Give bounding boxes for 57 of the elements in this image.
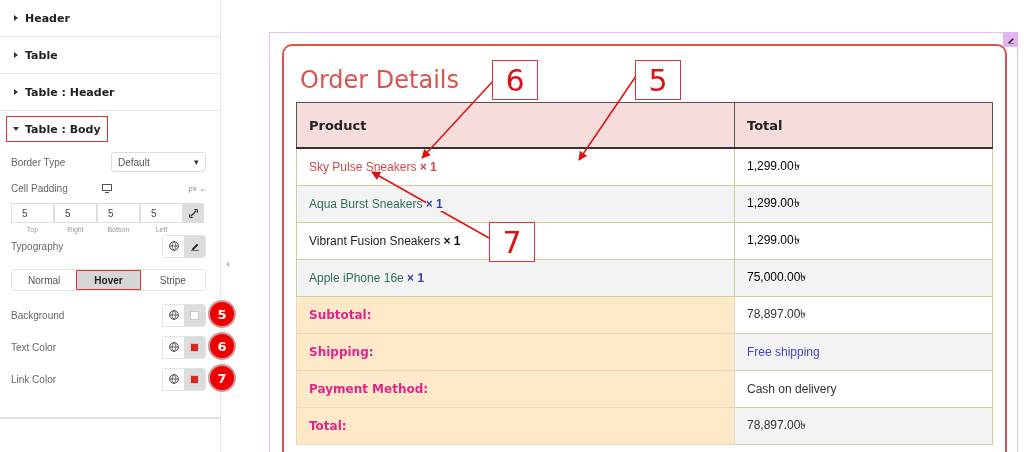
summary-value: Cash on delivery [747, 382, 837, 396]
color-swatch[interactable] [190, 374, 199, 384]
link-button[interactable] [183, 203, 204, 223]
state-tab[interactable]: Hover [76, 270, 141, 290]
column-header: Total [734, 102, 993, 148]
price: 1,299.00৳ [747, 159, 800, 173]
column-header: Product [296, 102, 735, 148]
number-badge: 6 [210, 334, 234, 358]
summary-label: Shipping: [309, 345, 374, 359]
caret-icon [13, 89, 19, 95]
desktop-icon[interactable] [102, 183, 113, 193]
section-toggle[interactable]: Header [6, 5, 77, 31]
section-toggle[interactable]: Table [6, 42, 65, 68]
padding-input[interactable]: 5 [97, 203, 140, 223]
callout-number: 6 [492, 60, 538, 100]
shipping-link[interactable]: Free shipping [747, 345, 820, 359]
product-link[interactable]: Vibrant Fusion Sneakers [309, 234, 441, 248]
border-type-select[interactable]: Default ▾ [111, 152, 206, 172]
field-label: Cell Padding [11, 182, 69, 194]
field-label: Link Color [11, 373, 58, 385]
summary-value: 78,897.00৳ [747, 418, 807, 432]
callout-number: 7 [489, 222, 535, 262]
field-label: Border Type [11, 156, 67, 168]
padding-input[interactable]: 5 [11, 203, 54, 223]
field-label: Typography [11, 240, 65, 252]
number-badge: 5 [210, 302, 234, 326]
summary-label: Subtotal: [309, 308, 372, 322]
card-title: Order Details [300, 65, 460, 96]
caret-icon [13, 15, 19, 21]
field-label: Background [11, 309, 66, 321]
summary-label: Total: [309, 419, 347, 433]
caret-icon [13, 52, 19, 58]
section-toggle[interactable]: Table : Header [6, 79, 122, 105]
field-label: Text Color [11, 341, 57, 353]
quantity: × 1 [443, 234, 461, 248]
padding-input[interactable]: 5 [140, 203, 183, 223]
padding-input[interactable]: 5 [54, 203, 97, 223]
edit-icon[interactable] [184, 235, 205, 257]
product-link[interactable]: Sky Pulse Sneakers [309, 160, 417, 174]
summary-value: 78,897.00৳ [747, 307, 807, 321]
unit-select[interactable]: px ⌄ [188, 183, 206, 193]
price: 1,299.00৳ [747, 196, 800, 210]
quantity: × 1 [419, 160, 437, 174]
caret-icon [13, 126, 19, 132]
callout-number: 5 [635, 60, 681, 100]
color-swatch[interactable] [190, 310, 199, 320]
color-swatch[interactable] [190, 342, 199, 352]
quantity: × 1 [425, 197, 443, 211]
section-toggle[interactable]: Table : Body [6, 116, 108, 142]
price: 1,299.00৳ [747, 233, 800, 247]
product-link[interactable]: Aqua Burst Sneakers [309, 197, 423, 211]
quantity: × 1 [407, 271, 425, 285]
price: 75,000.00৳ [747, 270, 807, 284]
number-badge: 7 [210, 366, 234, 390]
edit-icon[interactable] [1003, 32, 1018, 47]
summary-label: Payment Method: [309, 382, 429, 396]
product-link[interactable]: Apple iPhone 16e [309, 271, 404, 285]
